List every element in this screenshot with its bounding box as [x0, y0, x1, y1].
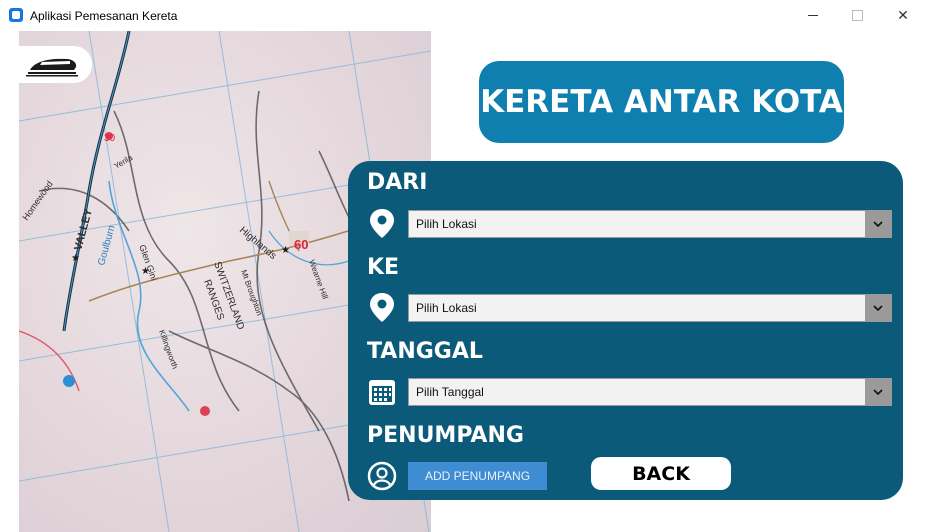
- window-title: Aplikasi Pemesanan Kereta: [30, 9, 178, 23]
- svg-text:Goulburn: Goulburn: [96, 224, 117, 267]
- train-icon: [26, 58, 78, 77]
- location-pin-icon: [370, 209, 394, 238]
- user-circle-icon: [367, 461, 397, 491]
- penumpang-label: PENUMPANG: [367, 423, 524, 448]
- app-icon: [9, 8, 23, 22]
- tanggal-select[interactable]: Pilih Tanggal: [408, 378, 892, 406]
- chevron-down-icon[interactable]: [865, 379, 891, 405]
- dari-label: DARI: [367, 170, 428, 195]
- chevron-down-icon[interactable]: [865, 211, 891, 237]
- tanggal-select-value: Pilih Tanggal: [416, 385, 484, 399]
- svg-text:Mt Broughton: Mt Broughton: [239, 269, 264, 317]
- ke-label: KE: [367, 255, 400, 280]
- svg-text:60: 60: [294, 237, 308, 252]
- minimize-button[interactable]: [790, 0, 836, 31]
- svg-text:VALLEY: VALLEY: [72, 207, 95, 252]
- tanggal-label: TANGGAL: [367, 339, 483, 364]
- ke-select[interactable]: Pilih Lokasi: [408, 294, 892, 322]
- add-penumpang-button[interactable]: ADD PENUMPANG: [408, 462, 547, 490]
- dari-select-value: Pilih Lokasi: [416, 217, 477, 231]
- page-title: KERETA ANTAR KOTA: [479, 61, 844, 143]
- dari-select[interactable]: Pilih Lokasi: [408, 210, 892, 238]
- back-button[interactable]: BACK: [591, 457, 731, 490]
- svg-text:Homewood: Homewood: [20, 179, 54, 222]
- calendar-icon: [369, 380, 395, 405]
- svg-text:★: ★: [281, 245, 290, 256]
- svg-text:★: ★: [141, 266, 150, 277]
- train-logo-badge: [19, 46, 92, 83]
- title-bar: Aplikasi Pemesanan Kereta: [0, 0, 928, 31]
- location-pin-icon: [370, 293, 394, 322]
- svg-text:30: 30: [104, 133, 116, 144]
- svg-text:★: ★: [71, 253, 80, 264]
- maximize-button[interactable]: [834, 0, 880, 31]
- chevron-down-icon[interactable]: [865, 295, 891, 321]
- close-button[interactable]: [880, 0, 926, 31]
- ke-select-value: Pilih Lokasi: [416, 301, 477, 315]
